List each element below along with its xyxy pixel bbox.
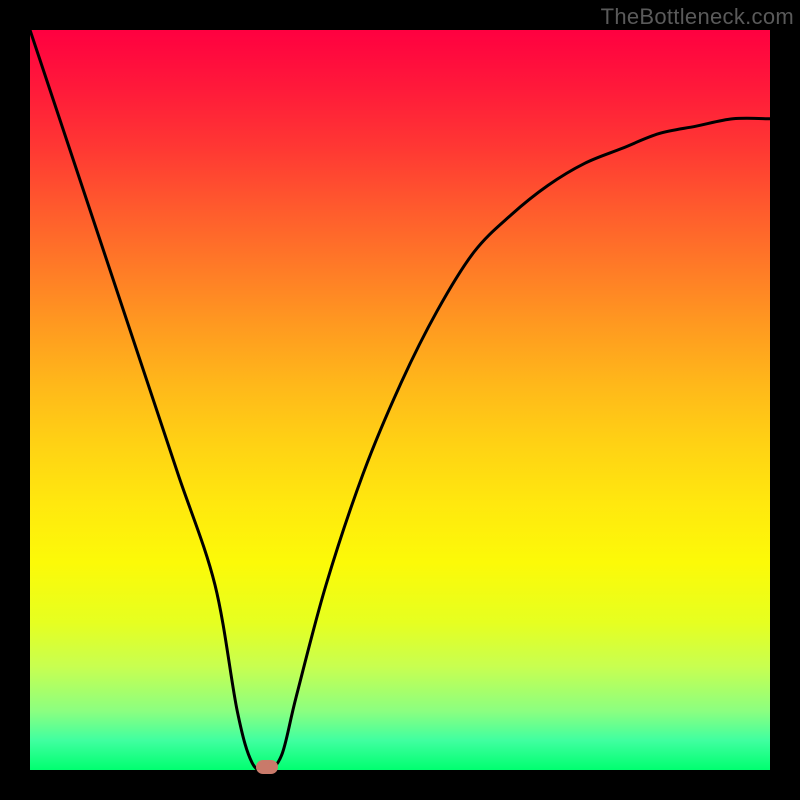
curve-line (30, 30, 770, 770)
chart-frame: TheBottleneck.com (0, 0, 800, 800)
bottleneck-curve (30, 30, 770, 770)
plot-area (30, 30, 770, 770)
optimum-marker (256, 760, 278, 774)
watermark-text: TheBottleneck.com (601, 4, 794, 30)
